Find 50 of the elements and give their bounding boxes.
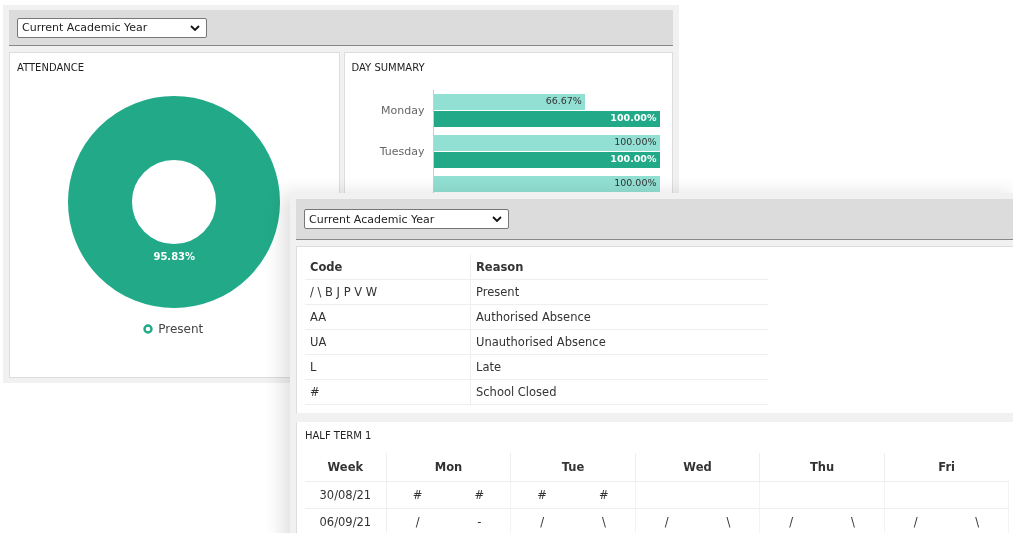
session-mark: # bbox=[412, 488, 423, 502]
table-cell: AA bbox=[305, 304, 471, 330]
year-select[interactable]: Current Academic Year bbox=[304, 209, 509, 229]
donut-value: 95.83% bbox=[152, 251, 197, 262]
session-mark: # bbox=[537, 488, 547, 502]
column-header: Fri bbox=[884, 453, 1009, 482]
session-mark: \ bbox=[601, 515, 606, 529]
bar-value: 100.00% bbox=[614, 176, 657, 189]
bar-value: 100.00% bbox=[610, 152, 657, 165]
session-mark: \ bbox=[975, 515, 980, 529]
table-cell: Authorised Absence bbox=[470, 304, 768, 330]
legend-label: Present bbox=[158, 322, 204, 336]
table-cell: Late bbox=[470, 354, 768, 380]
session-mark: / bbox=[913, 515, 918, 529]
column-header: Reason bbox=[470, 255, 768, 280]
panel-title: ATTENDANCE bbox=[16, 61, 86, 75]
session-mark: / bbox=[789, 515, 794, 529]
column-header: Thu bbox=[759, 453, 885, 482]
bar-value: 100.00% bbox=[614, 135, 657, 148]
column-header: Wed bbox=[635, 453, 760, 482]
session-mark: \ bbox=[726, 515, 731, 529]
year-select[interactable]: Current Academic Year bbox=[17, 17, 207, 38]
day-label: Monday bbox=[381, 104, 425, 117]
column-header: Tue bbox=[510, 453, 636, 482]
chevron-icon bbox=[190, 24, 200, 31]
column-header: Code bbox=[305, 255, 471, 280]
table-cell: School Closed bbox=[470, 379, 768, 405]
panel-title: DAY SUMMARY bbox=[350, 61, 426, 75]
chevron-icon bbox=[492, 216, 502, 222]
session-mark: # bbox=[474, 488, 485, 502]
column-header: Mon bbox=[386, 453, 511, 482]
session-mark: / bbox=[415, 515, 420, 529]
session-mark: / bbox=[664, 515, 669, 529]
table-cell: # bbox=[305, 379, 471, 405]
bar-value: 66.67% bbox=[545, 94, 582, 107]
table-cell: / \ B J P V W bbox=[305, 279, 471, 305]
session-mark: - bbox=[477, 515, 482, 529]
bar-value: 100.00% bbox=[610, 111, 657, 124]
column-header: Week bbox=[305, 453, 387, 482]
table-cell: Present bbox=[470, 279, 768, 305]
week-cell: 30/08/21 bbox=[305, 481, 387, 509]
session-mark: / bbox=[540, 515, 545, 529]
table-cell: UA bbox=[305, 329, 471, 355]
week-cell: 06/09/21 bbox=[305, 508, 387, 533]
day-label: Tuesday bbox=[379, 145, 425, 158]
session-mark: \ bbox=[851, 515, 855, 529]
table-cell: Unauthorised Absence bbox=[470, 329, 768, 355]
session-mark: # bbox=[599, 488, 609, 502]
table-cell: L bbox=[305, 354, 471, 380]
section-title: HALF TERM 1 bbox=[305, 430, 373, 441]
